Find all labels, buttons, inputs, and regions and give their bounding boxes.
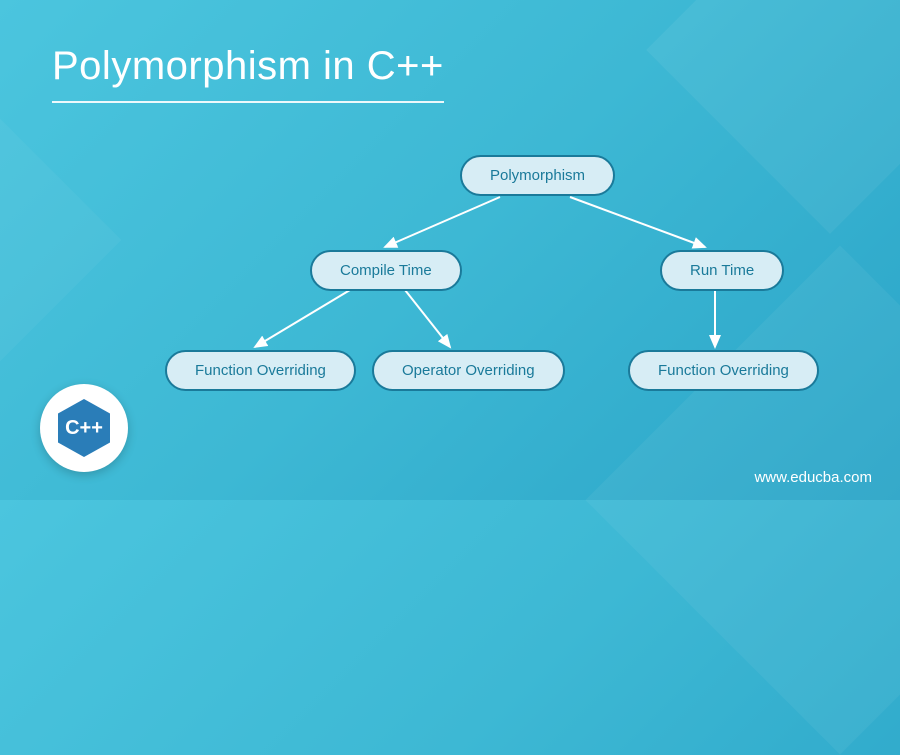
connector-lines	[150, 155, 890, 435]
node-operator-overriding: Operator Overriding	[372, 350, 565, 391]
node-runtime-function-overriding: Function Overriding	[628, 350, 819, 391]
bg-decor	[0, 99, 121, 382]
page-title: Polymorphism in C++	[52, 44, 444, 103]
node-compile-time: Compile Time	[310, 250, 462, 291]
node-run-time: Run Time	[660, 250, 784, 291]
logo-text: C++	[65, 417, 103, 440]
logo-badge: C++	[40, 384, 128, 472]
node-function-overriding: Function Overriding	[165, 350, 356, 391]
cpp-logo-icon: C++	[58, 399, 110, 457]
website-url: www.educba.com	[754, 469, 872, 486]
hierarchy-diagram: Polymorphism Compile Time Run Time Funct…	[150, 155, 890, 435]
node-polymorphism: Polymorphism	[460, 155, 615, 196]
